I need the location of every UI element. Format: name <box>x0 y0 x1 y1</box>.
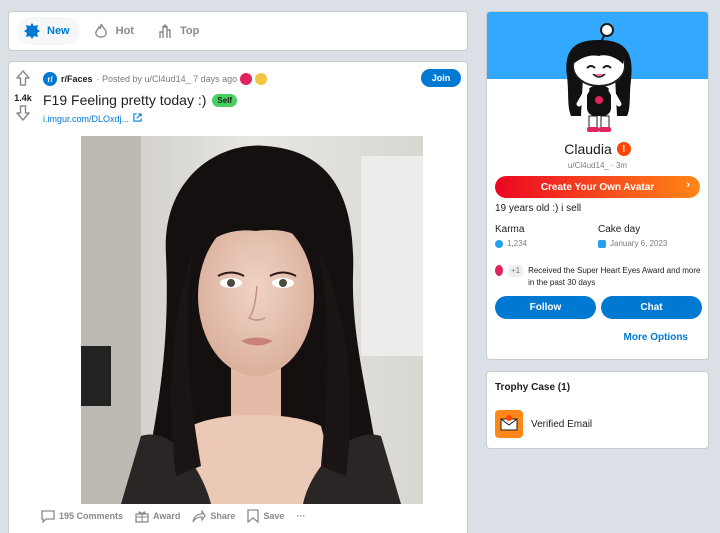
trophy-item: Verified Email <box>495 410 592 438</box>
follow-button[interactable]: Follow <box>495 296 596 319</box>
create-avatar-button[interactable]: Create Your Own Avatar › <box>495 176 700 198</box>
warning-icon[interactable]: ! <box>616 142 631 156</box>
post-header: r/ r/Faces · Posted by u/Cl4ud14_ 7 days… <box>43 69 461 89</box>
trophy-case: Trophy Case (1) Verified Email <box>486 371 709 449</box>
post-link[interactable]: i.imgur.com/DLOxdj... <box>43 113 142 124</box>
award-text: Received the Super Heart Eyes Award and … <box>528 266 701 287</box>
post-meta: · Posted by u/Cl4ud14_ 7 days ago <box>96 74 238 84</box>
sort-new-button[interactable]: New <box>17 17 80 45</box>
karma-value-text: 1,234 <box>507 239 528 248</box>
cake-icon <box>598 239 606 248</box>
chevron-right-icon: › <box>686 179 690 191</box>
recent-awards: +1 Received the Super Heart Eyes Award a… <box>495 265 703 289</box>
verified-email-trophy-icon <box>495 410 523 438</box>
award-count: +1 <box>507 265 524 277</box>
karma-value: 1,234 <box>495 239 527 248</box>
top-chart-icon <box>156 22 174 40</box>
sort-top-button[interactable]: Top <box>150 17 209 45</box>
save-label: Save <box>263 511 285 521</box>
post-image[interactable] <box>81 136 423 504</box>
snoo-avatar[interactable] <box>559 16 639 141</box>
more-options-icon[interactable]: ··· <box>296 511 305 521</box>
comments-label: 195 Comments <box>59 511 124 521</box>
new-burst-icon <box>23 22 41 40</box>
save-button[interactable]: Save <box>247 509 284 523</box>
flame-icon <box>92 22 110 40</box>
create-avatar-label: Create Your Own Avatar <box>540 181 655 193</box>
profile-card: Claudia ! u/Cl4ud14_ · 3m Create Your Ow… <box>486 11 709 360</box>
external-link-icon <box>133 113 142 124</box>
cakeday-value-text: January 6, 2023 <box>610 239 668 248</box>
vote-count: 1.4k <box>14 93 32 103</box>
subreddit-icon[interactable]: r/ <box>43 72 57 86</box>
sort-bar: New Hot Top <box>8 11 468 51</box>
cakeday-value: January 6, 2023 <box>598 239 667 248</box>
heart-eyes-award-icon <box>240 73 253 85</box>
profile-name: Claudia ! <box>487 141 708 157</box>
karma-icon <box>495 239 503 248</box>
chat-button[interactable]: Chat <box>601 296 702 319</box>
downvote-icon[interactable] <box>16 105 30 126</box>
trophy-item-label: Verified Email <box>531 418 593 430</box>
sort-hot-label: Hot <box>115 25 134 37</box>
comments-button[interactable]: 195 Comments <box>41 509 124 523</box>
share-button[interactable]: Share <box>192 509 236 523</box>
post-title[interactable]: F19 Feeling pretty today :) Self <box>43 92 238 108</box>
more-options-link[interactable]: More Options <box>624 332 688 343</box>
karma-label: Karma <box>495 224 525 235</box>
post-flair[interactable]: Self <box>212 93 238 107</box>
wholesome-award-icon <box>255 73 268 85</box>
cakeday-label: Cake day <box>598 224 641 235</box>
vote-column: 1.4k <box>9 62 37 126</box>
subreddit-link[interactable]: r/Faces <box>61 74 93 84</box>
profile-username: u/Cl4ud14_ · 3m <box>567 161 628 170</box>
profile-name-text: Claudia <box>564 141 612 157</box>
post-card[interactable]: 1.4k r/ r/Faces · Posted by u/Cl4ud14_ 7… <box>8 61 468 533</box>
trophy-case-title: Trophy Case (1) <box>495 382 571 393</box>
post-title-text: F19 Feeling pretty today :) <box>43 92 207 108</box>
award-label: Award <box>153 511 181 521</box>
award-button[interactable]: Award <box>135 510 180 523</box>
sort-new-label: New <box>47 25 70 37</box>
upvote-icon[interactable] <box>16 70 30 91</box>
share-label: Share <box>210 511 236 521</box>
profile-bio: 19 years old :) i sell <box>495 203 582 214</box>
join-button[interactable]: Join <box>421 69 461 87</box>
sort-hot-button[interactable]: Hot <box>86 17 144 45</box>
sort-top-label: Top <box>179 25 200 37</box>
post-link-text: i.imgur.com/DLOxdj... <box>43 113 130 124</box>
post-actions: 195 Comments Award Share Save ··· <box>41 509 317 523</box>
heart-eyes-award-icon <box>495 265 503 276</box>
